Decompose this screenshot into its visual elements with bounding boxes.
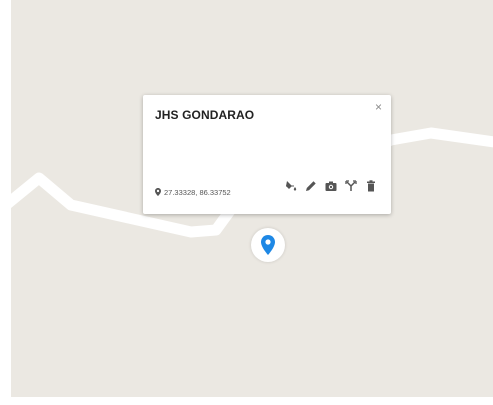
trash-icon[interactable] bbox=[365, 180, 377, 192]
camera-icon[interactable] bbox=[325, 180, 337, 192]
location-marker[interactable] bbox=[251, 228, 285, 262]
map-pin-icon bbox=[261, 235, 275, 255]
pencil-icon[interactable] bbox=[305, 180, 317, 192]
place-title: JHS GONDARAO bbox=[155, 108, 255, 122]
coordinates-text: 27.33328, 86.33752 bbox=[164, 187, 231, 197]
route-icon[interactable] bbox=[345, 180, 357, 192]
map-canvas[interactable]: JHS GONDARAO × 27.33328, 86.33752 bbox=[11, 0, 493, 397]
place-info-popup: JHS GONDARAO × 27.33328, 86.33752 bbox=[143, 95, 391, 226]
location-pin-icon bbox=[155, 183, 161, 201]
coordinates-row: 27.33328, 86.33752 bbox=[155, 183, 231, 201]
close-button[interactable]: × bbox=[375, 101, 382, 113]
paint-bucket-icon[interactable] bbox=[285, 180, 297, 192]
popup-toolbar bbox=[285, 180, 377, 192]
